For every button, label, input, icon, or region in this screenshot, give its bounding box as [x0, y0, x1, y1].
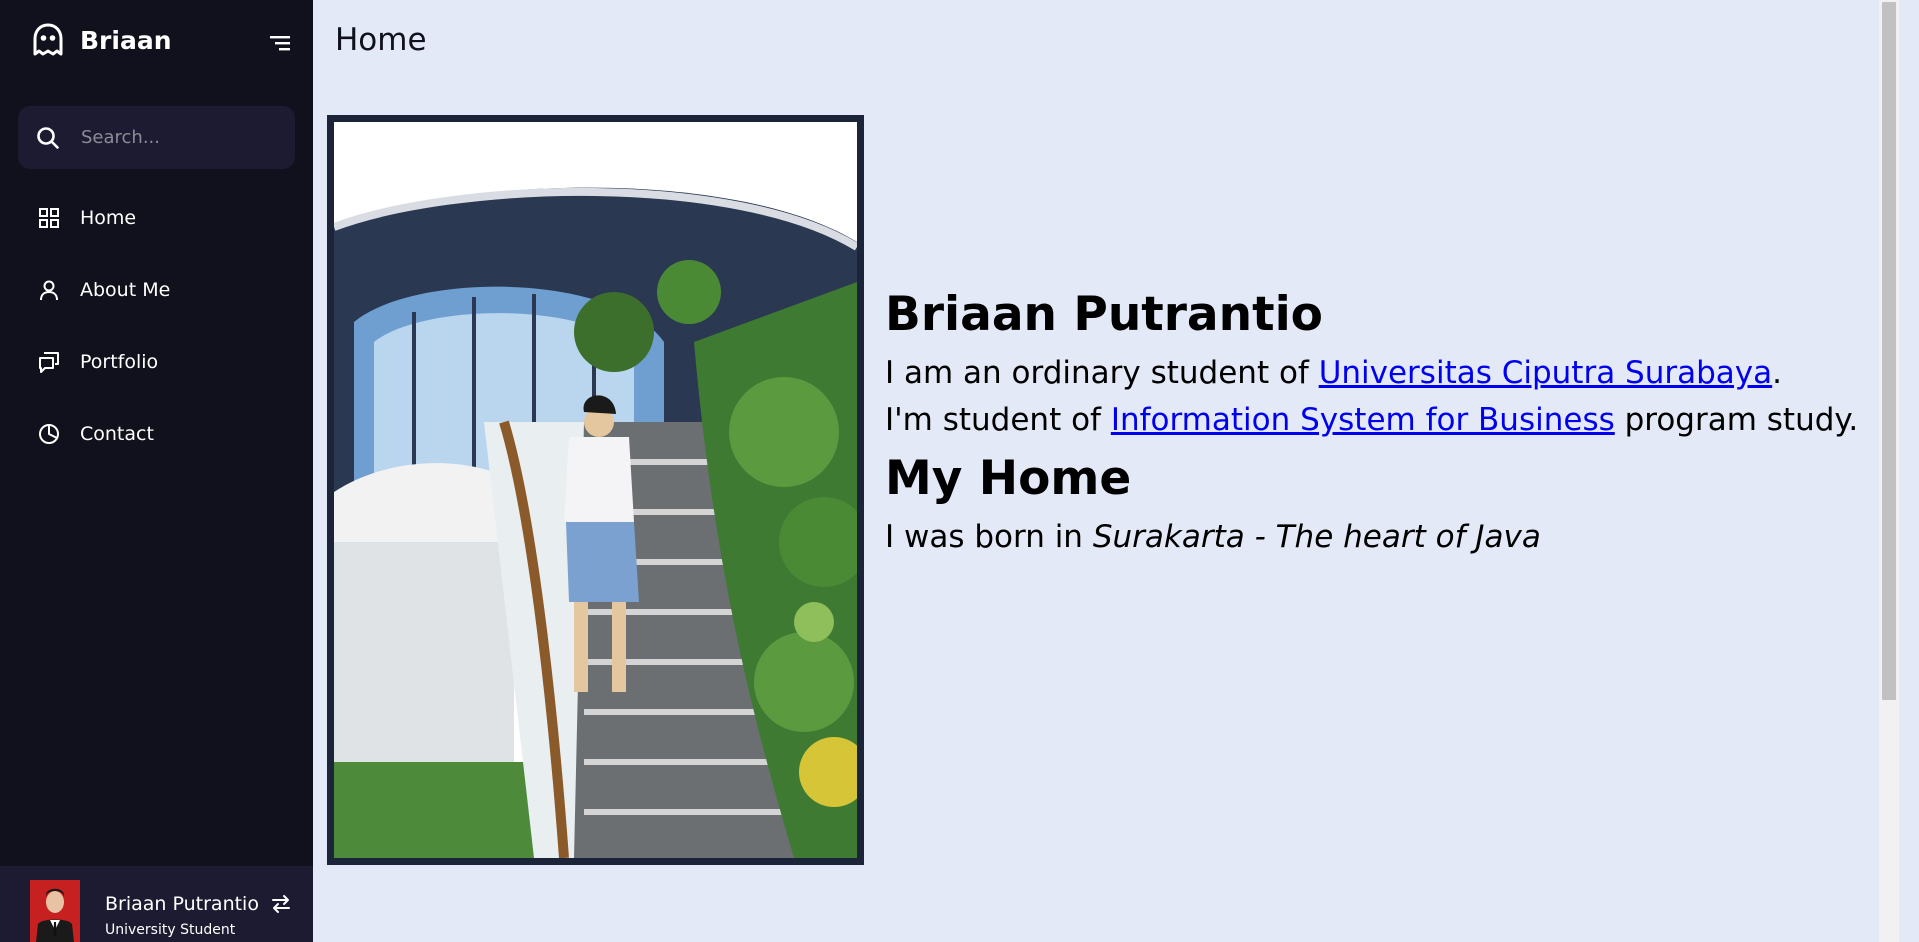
profile-job: University Student	[105, 922, 236, 938]
chat-icon	[39, 352, 59, 373]
avatar	[30, 880, 80, 942]
profile-name: Briaan Putrantio	[105, 893, 259, 915]
sidebar-item-contact[interactable]: Contact	[0, 398, 313, 470]
program-link[interactable]: Information System for Business	[1111, 402, 1615, 438]
sidebar-item-portfolio[interactable]: Portfolio	[0, 326, 313, 398]
vertical-scrollbar[interactable]	[1879, 0, 1899, 942]
section-heading: My Home	[885, 451, 1132, 506]
sidebar-item-label: Contact	[80, 423, 154, 445]
logo: Briaan	[30, 22, 172, 58]
search-box	[18, 106, 295, 169]
sidebar-item-home[interactable]: Home	[0, 182, 313, 254]
profile-photo-frame	[327, 115, 864, 865]
intro-line-university: I am an ordinary student of Universitas …	[885, 350, 1885, 397]
hometown-text: Surakarta - The heart of Java	[1092, 519, 1541, 555]
menu-toggle-icon[interactable]	[268, 33, 292, 53]
intro-text: Briaan Putrantio I am an ordinary studen…	[885, 280, 1885, 561]
sidebar-item-label: Portfolio	[80, 351, 159, 373]
main-content: Home Briaan Putrantio I am an ordinary s…	[313, 0, 1899, 942]
intro-line-text: I am an ordinary student of	[885, 355, 1319, 391]
intro-line-text: I'm student of	[885, 402, 1111, 438]
search-input[interactable]	[79, 126, 279, 149]
sidebar-nav: Home About Me Portfolio Contact	[0, 182, 313, 470]
user-icon	[40, 280, 58, 301]
intro-line-hometown: I was born in Surakarta - The heart of J…	[885, 514, 1885, 561]
sidebar: Briaan Home About Me	[0, 0, 313, 942]
page-title: Home	[335, 22, 427, 58]
intro-line-text: program study.	[1614, 402, 1859, 438]
pie-chart-icon	[39, 424, 59, 444]
intro-line-text: .	[1772, 355, 1782, 391]
avatar-portrait	[30, 880, 80, 942]
ghost-icon	[33, 23, 63, 56]
intro-line-program: I'm student of Information System for Bu…	[885, 397, 1885, 444]
intro-line-text: I was born in	[885, 519, 1093, 555]
sidebar-item-label: About Me	[80, 279, 171, 301]
profile-photo	[334, 122, 857, 858]
sidebar-item-about-me[interactable]: About Me	[0, 254, 313, 326]
sidebar-item-label: Home	[80, 207, 137, 229]
logo-name: Briaan	[80, 25, 172, 55]
university-link[interactable]: Universitas Ciputra Surabaya	[1319, 355, 1772, 391]
search-icon[interactable]	[35, 125, 61, 151]
scrollbar-thumb[interactable]	[1882, 2, 1896, 700]
profile-heading: Briaan Putrantio	[885, 287, 1323, 342]
swap-icon[interactable]	[270, 894, 292, 914]
profile-bar: Briaan Putrantio University Student	[0, 866, 313, 942]
grid-icon	[39, 208, 59, 228]
